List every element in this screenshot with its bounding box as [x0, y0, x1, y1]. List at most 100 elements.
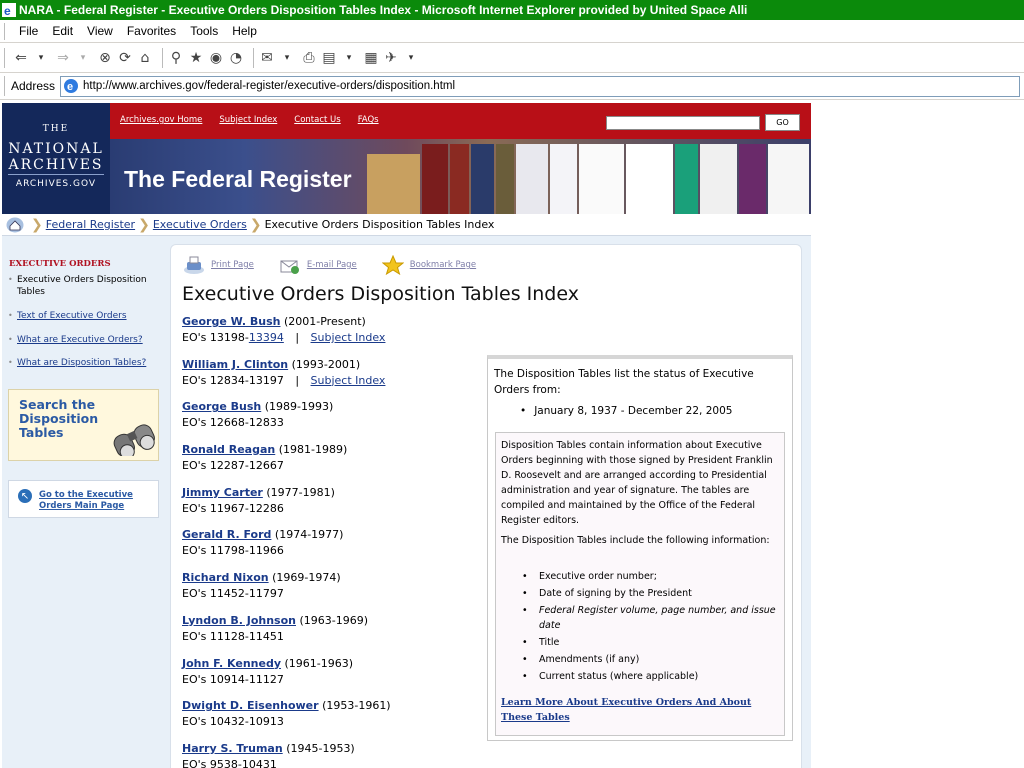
media-icon[interactable]: ◉ — [208, 47, 224, 69]
back-icon[interactable]: ⇐ — [13, 47, 29, 69]
messenger-icon[interactable]: ✈ — [383, 47, 399, 69]
president-link[interactable]: Richard Nixon — [182, 571, 269, 584]
nara-logo[interactable]: THE NATIONAL ARCHIVES ARCHIVES.GOV — [2, 103, 110, 214]
list-item: Lyndon B. Johnson (1963-1969) EO's 11128… — [182, 613, 482, 656]
menu-help[interactable]: Help — [226, 24, 265, 38]
list-item: Jimmy Carter (1977-1981) EO's 11967-1228… — [182, 485, 482, 528]
favorites-icon[interactable]: ★ — [188, 47, 204, 69]
list-item: Executive order number; — [522, 569, 777, 584]
link-faqs[interactable]: FAQs — [358, 115, 379, 125]
goto-eo-main-link[interactable]: Go to the Executive Orders Main Page — [39, 490, 155, 512]
book-image — [699, 144, 738, 214]
president-years: (1977-1981) — [266, 485, 335, 499]
svg-text:e: e — [4, 4, 11, 17]
president-years: (1953-1961) — [322, 699, 391, 713]
link-subject-index[interactable]: Subject Index — [219, 115, 277, 125]
president-link[interactable]: Gerald R. Ford — [182, 528, 271, 541]
messenger-dropdown-icon[interactable]: ▾ — [403, 47, 419, 69]
menu-tools[interactable]: Tools — [184, 24, 226, 38]
goto-eo-main-box[interactable]: ↖ Go to the Executive Orders Main Page — [8, 480, 159, 518]
subject-index-link[interactable]: Subject Index — [311, 331, 386, 344]
link-contact-us[interactable]: Contact Us — [294, 115, 340, 125]
sidebar-item-label[interactable]: What are Disposition Tables? — [17, 358, 146, 368]
breadcrumb-executive-orders[interactable]: Executive Orders — [153, 218, 247, 231]
email-page-link[interactable]: E-mail Page — [307, 260, 357, 270]
list-item: Date of signing by the President — [522, 586, 777, 601]
home-icon[interactable]: ⌂ — [137, 47, 153, 69]
edit-dropdown-icon[interactable]: ▾ — [341, 47, 357, 69]
print-page-tool[interactable]: Print Page — [183, 255, 254, 275]
refresh-icon[interactable]: ⟳ — [117, 47, 133, 69]
president-link[interactable]: Dwight D. Eisenhower — [182, 699, 319, 712]
svg-text:e: e — [67, 81, 73, 93]
link-archives-home[interactable]: Archives.gov Home — [120, 115, 202, 125]
book-image — [470, 144, 494, 214]
president-years: (1961-1963) — [284, 656, 354, 670]
sidebar-item-what-are-tables[interactable]: What are Disposition Tables? — [8, 357, 160, 369]
print-page-link[interactable]: Print Page — [211, 260, 254, 270]
eo-range: EO's 13198- — [182, 331, 249, 344]
discuss-icon[interactable]: ▦ — [363, 47, 379, 69]
header-go-button[interactable]: GO — [765, 114, 800, 131]
president-link[interactable]: George W. Bush — [182, 315, 280, 328]
home-icon[interactable] — [6, 217, 24, 233]
president-link[interactable]: William J. Clinton — [182, 358, 288, 371]
mail-icon[interactable]: ✉ — [259, 47, 275, 69]
breadcrumb-federal-register[interactable]: Federal Register — [46, 218, 135, 231]
president-link[interactable]: George Bush — [182, 400, 261, 413]
menu-file[interactable]: File — [13, 24, 46, 38]
book-image — [495, 144, 515, 214]
main-content: Print Page E-mail Page Bookmark Page Exe… — [170, 244, 802, 768]
arrow-up-left-icon: ↖ — [18, 489, 32, 503]
disposition-description: Disposition Tables contain information a… — [501, 440, 773, 526]
search-tables-text: Search the Disposition Tables — [19, 397, 99, 440]
address-input[interactable]: e http://www.archives.gov/federal-regist… — [60, 75, 1021, 97]
sidebar-item-what-are-eo[interactable]: What are Executive Orders? — [8, 334, 160, 346]
header-search-input[interactable] — [606, 116, 760, 130]
search-tables-box[interactable]: Search the Disposition Tables — [8, 389, 159, 461]
history-icon[interactable]: ◔ — [228, 47, 244, 69]
list-item: Federal Register volume, page number, an… — [522, 603, 777, 633]
eo-range: EO's 9538-10431 — [182, 757, 277, 768]
sidebar-item-label[interactable]: Text of Executive Orders — [17, 311, 127, 321]
eo-range: EO's 12668-12833 — [182, 416, 284, 430]
eo-range: EO's 11798-11966 — [182, 544, 284, 558]
edit-icon[interactable]: ▤ — [321, 47, 337, 69]
presidents-list: George W. Bush (2001-Present) EO's 13198… — [182, 314, 482, 768]
back-dropdown-icon[interactable]: ▾ — [33, 47, 49, 69]
search-icon[interactable]: ⚲ — [168, 47, 184, 69]
president-link[interactable]: Lyndon B. Johnson — [182, 614, 296, 627]
list-item: Harry S. Truman (1945-1953) EO's 9538-10… — [182, 741, 482, 768]
menu-edit[interactable]: Edit — [46, 24, 81, 38]
president-link[interactable]: John F. Kennedy — [182, 657, 281, 670]
address-label: Address — [11, 79, 56, 93]
president-link[interactable]: Jimmy Carter — [182, 486, 263, 499]
president-years: (1945-1953) — [286, 741, 355, 755]
email-page-tool[interactable]: E-mail Page — [279, 255, 357, 275]
eo-range: EO's 11967-12286 — [182, 501, 284, 515]
mail-dropdown-icon[interactable]: ▾ — [279, 47, 295, 69]
menu-favorites[interactable]: Favorites — [121, 24, 184, 38]
list-item: Amendments (if any) — [522, 652, 777, 667]
stop-icon[interactable]: ⊗ — [97, 47, 113, 69]
list-item: Dwight D. Eisenhower (1953-1961) EO's 10… — [182, 698, 482, 741]
list-item: William J. Clinton (1993-2001) EO's 1283… — [182, 357, 482, 400]
window-title-bar: e NARA - Federal Register - Executive Or… — [0, 0, 1024, 20]
eo-end-link[interactable]: 13394 — [249, 331, 284, 344]
president-link[interactable]: Ronald Reagan — [182, 443, 275, 456]
breadcrumb: ❯ Federal Register ❯ Executive Orders ❯ … — [2, 214, 811, 236]
forward-icon[interactable]: ⇒ — [55, 47, 71, 69]
bookmark-page-tool[interactable]: Bookmark Page — [381, 255, 476, 275]
sidebar-item-text-of-eo[interactable]: Text of Executive Orders — [8, 310, 160, 322]
subject-index-link[interactable]: Subject Index — [311, 374, 386, 387]
sidebar-item-label[interactable]: What are Executive Orders? — [17, 335, 143, 345]
header-links: Archives.gov Home Subject Index Contact … — [120, 115, 379, 125]
print-icon[interactable]: ⎙ — [301, 47, 317, 69]
bookmark-page-link[interactable]: Bookmark Page — [410, 260, 476, 270]
forward-dropdown-icon[interactable]: ▾ — [75, 47, 91, 69]
president-link[interactable]: Harry S. Truman — [182, 742, 283, 755]
page-title: Executive Orders Disposition Tables Inde… — [182, 283, 579, 305]
toolbar-separator — [162, 47, 163, 68]
learn-more-link[interactable]: Learn More About Executive Orders And Ab… — [501, 695, 771, 725]
menu-view[interactable]: View — [81, 24, 121, 38]
